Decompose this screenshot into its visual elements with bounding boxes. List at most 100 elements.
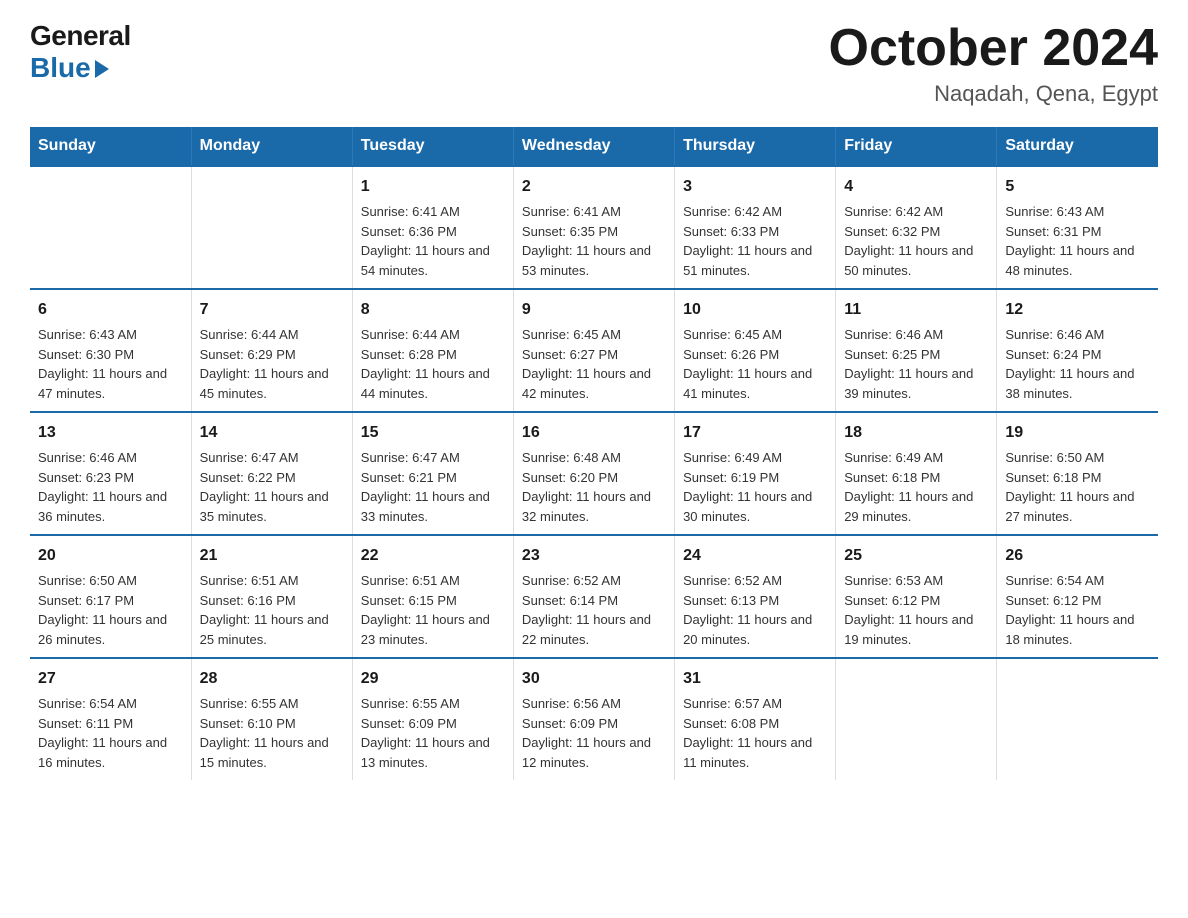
day-number: 28 [200, 667, 344, 691]
day-info: Sunrise: 6:43 AMSunset: 6:30 PMDaylight:… [38, 325, 183, 403]
day-number: 2 [522, 175, 666, 199]
month-year-title: October 2024 [829, 20, 1159, 77]
day-number: 22 [361, 544, 505, 568]
header-row: SundayMondayTuesdayWednesdayThursdayFrid… [30, 127, 1158, 166]
header-day-sunday: Sunday [30, 127, 191, 166]
day-info: Sunrise: 6:41 AMSunset: 6:35 PMDaylight:… [522, 202, 666, 280]
day-info: Sunrise: 6:50 AMSunset: 6:18 PMDaylight:… [1005, 448, 1150, 526]
day-info: Sunrise: 6:45 AMSunset: 6:27 PMDaylight:… [522, 325, 666, 403]
calendar-cell: 29 Sunrise: 6:55 AMSunset: 6:09 PMDayligh… [352, 658, 513, 780]
calendar-cell: 14 Sunrise: 6:47 AMSunset: 6:22 PMDayligh… [191, 412, 352, 535]
calendar-cell: 20 Sunrise: 6:50 AMSunset: 6:17 PMDayligh… [30, 535, 191, 658]
day-info: Sunrise: 6:53 AMSunset: 6:12 PMDaylight:… [844, 571, 988, 649]
day-info: Sunrise: 6:52 AMSunset: 6:14 PMDaylight:… [522, 571, 666, 649]
calendar-cell [836, 658, 997, 780]
day-info: Sunrise: 6:54 AMSunset: 6:12 PMDaylight:… [1005, 571, 1150, 649]
calendar-cell [30, 166, 191, 289]
calendar-cell: 23 Sunrise: 6:52 AMSunset: 6:14 PMDayligh… [513, 535, 674, 658]
calendar-cell: 3 Sunrise: 6:42 AMSunset: 6:33 PMDaylight… [675, 166, 836, 289]
title-block: October 2024 Naqadah, Qena, Egypt [829, 20, 1159, 107]
day-number: 23 [522, 544, 666, 568]
calendar-cell: 10Sunrise: 6:45 AMSunset: 6:26 PMDayligh… [675, 289, 836, 412]
calendar-body: 1 Sunrise: 6:41 AMSunset: 6:36 PMDaylight… [30, 166, 1158, 780]
logo: General Blue [30, 20, 131, 84]
day-number: 7 [200, 298, 344, 322]
day-info: Sunrise: 6:47 AMSunset: 6:21 PMDaylight:… [361, 448, 505, 526]
day-number: 1 [361, 175, 505, 199]
calendar-week-row: 6 Sunrise: 6:43 AMSunset: 6:30 PMDaylight… [30, 289, 1158, 412]
day-number: 19 [1005, 421, 1150, 445]
calendar-cell: 30Sunrise: 6:56 AMSunset: 6:09 PMDayligh… [513, 658, 674, 780]
calendar-cell: 4Sunrise: 6:42 AMSunset: 6:32 PMDaylight… [836, 166, 997, 289]
day-info: Sunrise: 6:46 AMSunset: 6:25 PMDaylight:… [844, 325, 988, 403]
day-info: Sunrise: 6:47 AMSunset: 6:22 PMDaylight:… [200, 448, 344, 526]
day-number: 11 [844, 298, 988, 322]
day-number: 25 [844, 544, 988, 568]
day-number: 15 [361, 421, 505, 445]
day-info: Sunrise: 6:54 AMSunset: 6:11 PMDaylight:… [38, 694, 183, 772]
calendar-cell: 18 Sunrise: 6:49 AMSunset: 6:18 PMDayligh… [836, 412, 997, 535]
day-number: 24 [683, 544, 827, 568]
day-info: Sunrise: 6:44 AMSunset: 6:29 PMDaylight:… [200, 325, 344, 403]
day-info: Sunrise: 6:42 AMSunset: 6:33 PMDaylight:… [683, 202, 827, 280]
day-number: 27 [38, 667, 183, 691]
calendar-cell: 6 Sunrise: 6:43 AMSunset: 6:30 PMDaylight… [30, 289, 191, 412]
day-number: 29 [361, 667, 505, 691]
day-number: 3 [683, 175, 827, 199]
calendar-cell [997, 658, 1158, 780]
calendar-cell: 27 Sunrise: 6:54 AMSunset: 6:11 PMDayligh… [30, 658, 191, 780]
header-day-friday: Friday [836, 127, 997, 166]
calendar-cell: 17Sunrise: 6:49 AMSunset: 6:19 PMDayligh… [675, 412, 836, 535]
day-number: 31 [683, 667, 827, 691]
day-info: Sunrise: 6:48 AMSunset: 6:20 PMDaylight:… [522, 448, 666, 526]
day-info: Sunrise: 6:52 AMSunset: 6:13 PMDaylight:… [683, 571, 827, 649]
calendar-cell: 5 Sunrise: 6:43 AMSunset: 6:31 PMDaylight… [997, 166, 1158, 289]
calendar-cell: 11 Sunrise: 6:46 AMSunset: 6:25 PMDayligh… [836, 289, 997, 412]
calendar-cell: 24 Sunrise: 6:52 AMSunset: 6:13 PMDayligh… [675, 535, 836, 658]
calendar-cell: 19 Sunrise: 6:50 AMSunset: 6:18 PMDayligh… [997, 412, 1158, 535]
day-info: Sunrise: 6:49 AMSunset: 6:19 PMDaylight:… [683, 448, 827, 526]
calendar-cell: 22Sunrise: 6:51 AMSunset: 6:15 PMDayligh… [352, 535, 513, 658]
logo-arrow-icon [95, 60, 109, 78]
calendar-cell: 7 Sunrise: 6:44 AMSunset: 6:29 PMDaylight… [191, 289, 352, 412]
day-number: 20 [38, 544, 183, 568]
day-info: Sunrise: 6:43 AMSunset: 6:31 PMDaylight:… [1005, 202, 1150, 280]
day-number: 8 [361, 298, 505, 322]
calendar-week-row: 20 Sunrise: 6:50 AMSunset: 6:17 PMDayligh… [30, 535, 1158, 658]
header-day-wednesday: Wednesday [513, 127, 674, 166]
day-info: Sunrise: 6:55 AMSunset: 6:10 PMDaylight:… [200, 694, 344, 772]
calendar-cell: 15 Sunrise: 6:47 AMSunset: 6:21 PMDayligh… [352, 412, 513, 535]
day-number: 5 [1005, 175, 1150, 199]
day-number: 6 [38, 298, 183, 322]
day-number: 21 [200, 544, 344, 568]
calendar-cell: 31 Sunrise: 6:57 AMSunset: 6:08 PMDayligh… [675, 658, 836, 780]
day-info: Sunrise: 6:46 AMSunset: 6:24 PMDaylight:… [1005, 325, 1150, 403]
day-number: 18 [844, 421, 988, 445]
day-info: Sunrise: 6:49 AMSunset: 6:18 PMDaylight:… [844, 448, 988, 526]
day-number: 30 [522, 667, 666, 691]
calendar-header: SundayMondayTuesdayWednesdayThursdayFrid… [30, 127, 1158, 166]
day-number: 10 [683, 298, 827, 322]
header-day-thursday: Thursday [675, 127, 836, 166]
day-info: Sunrise: 6:55 AMSunset: 6:09 PMDaylight:… [361, 694, 505, 772]
header-day-monday: Monday [191, 127, 352, 166]
calendar-cell: 1 Sunrise: 6:41 AMSunset: 6:36 PMDaylight… [352, 166, 513, 289]
day-info: Sunrise: 6:46 AMSunset: 6:23 PMDaylight:… [38, 448, 183, 526]
calendar-cell: 8Sunrise: 6:44 AMSunset: 6:28 PMDaylight… [352, 289, 513, 412]
day-number: 14 [200, 421, 344, 445]
day-info: Sunrise: 6:51 AMSunset: 6:16 PMDaylight:… [200, 571, 344, 649]
calendar-cell: 9Sunrise: 6:45 AMSunset: 6:27 PMDaylight… [513, 289, 674, 412]
calendar-table: SundayMondayTuesdayWednesdayThursdayFrid… [30, 127, 1158, 780]
day-info: Sunrise: 6:41 AMSunset: 6:36 PMDaylight:… [361, 202, 505, 280]
calendar-cell: 13Sunrise: 6:46 AMSunset: 6:23 PMDayligh… [30, 412, 191, 535]
calendar-cell: 26 Sunrise: 6:54 AMSunset: 6:12 PMDayligh… [997, 535, 1158, 658]
calendar-cell [191, 166, 352, 289]
day-info: Sunrise: 6:50 AMSunset: 6:17 PMDaylight:… [38, 571, 183, 649]
calendar-week-row: 1 Sunrise: 6:41 AMSunset: 6:36 PMDaylight… [30, 166, 1158, 289]
day-number: 26 [1005, 544, 1150, 568]
calendar-cell: 28 Sunrise: 6:55 AMSunset: 6:10 PMDayligh… [191, 658, 352, 780]
day-info: Sunrise: 6:57 AMSunset: 6:08 PMDaylight:… [683, 694, 827, 772]
location-subtitle: Naqadah, Qena, Egypt [829, 81, 1159, 107]
calendar-cell: 12Sunrise: 6:46 AMSunset: 6:24 PMDayligh… [997, 289, 1158, 412]
logo-general-text: General [30, 20, 131, 52]
